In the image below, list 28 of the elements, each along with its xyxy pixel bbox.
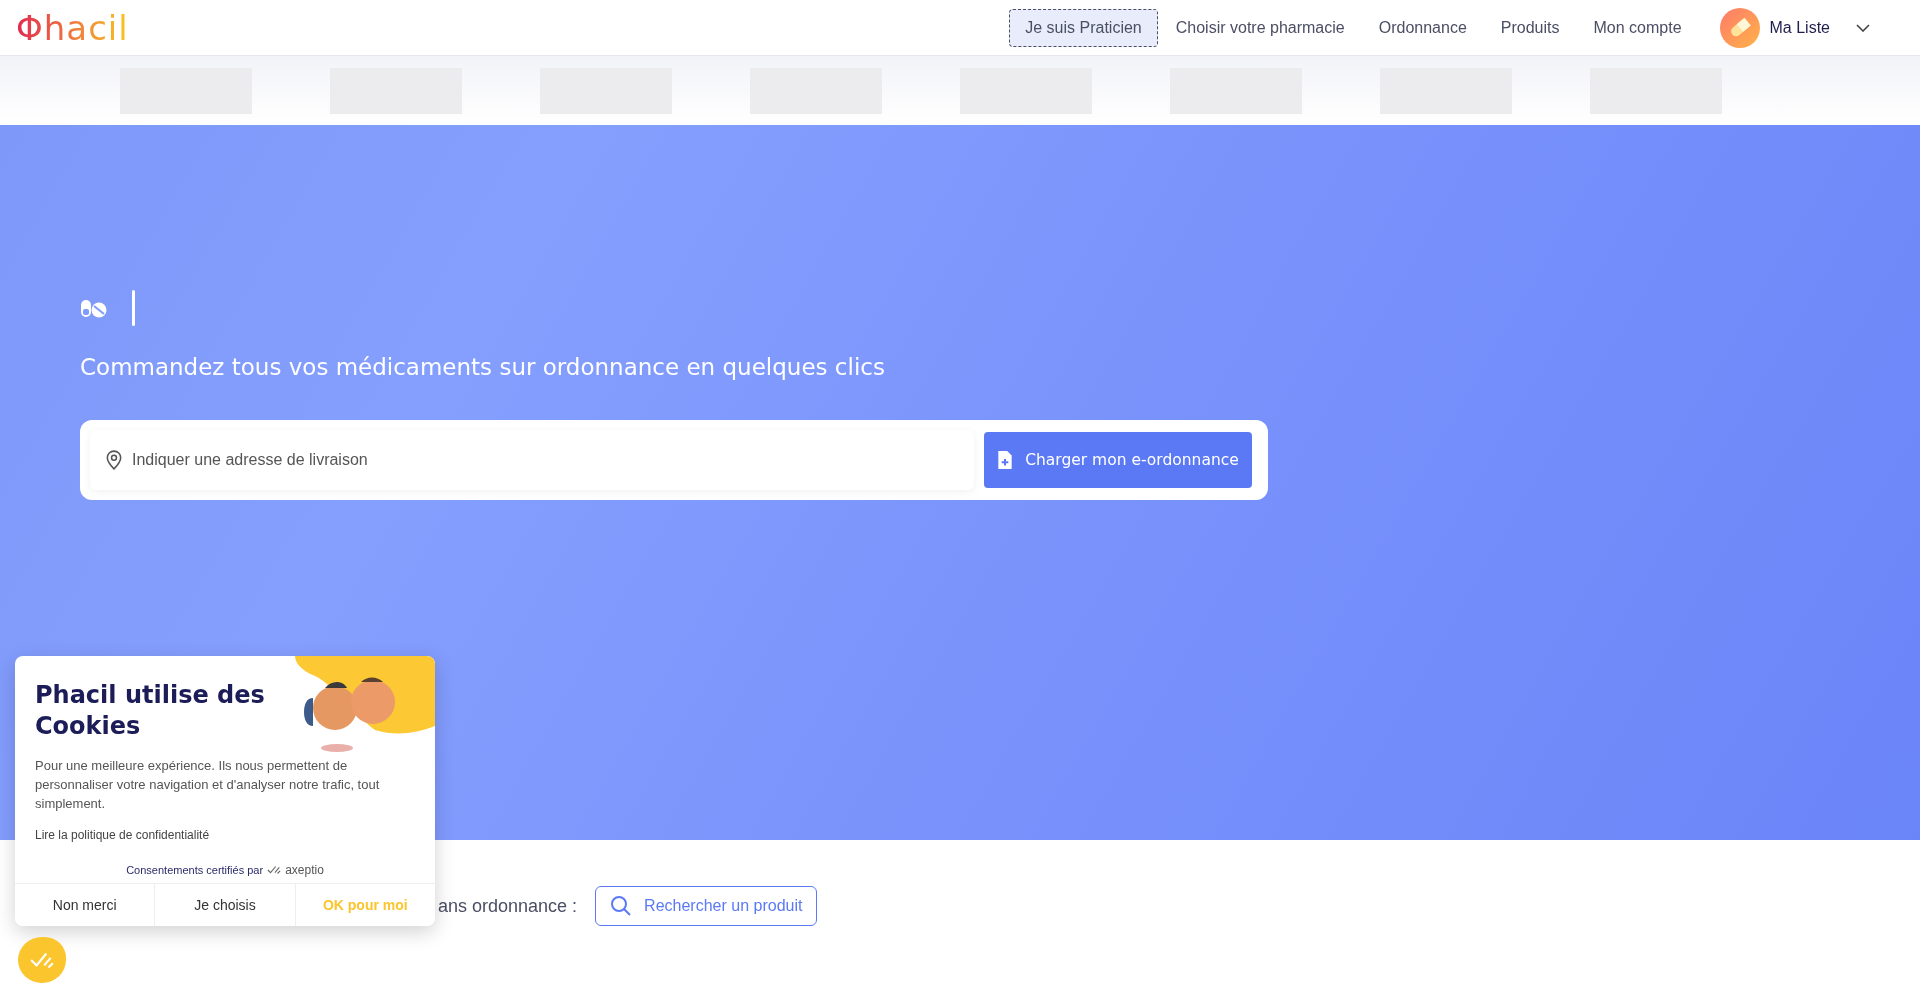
check-marks-icon — [29, 951, 55, 969]
location-pin-icon — [106, 450, 122, 470]
document-plus-icon — [997, 450, 1014, 470]
search-product-button[interactable]: Rechercher un produit — [595, 886, 818, 926]
cookie-description: Pour une meilleure expérience. Ils nous permettent de personnaliser votre navigation et d'analyser notre trafic, tout simplement. — [35, 757, 381, 813]
consent-button[interactable]: Non merci — [15, 884, 155, 926]
brand-name[interactable]: axeptio — [285, 863, 324, 877]
cookie-title: Phacil utilise des Cookies — [35, 680, 266, 742]
hero-headline: Commandez tous vos médicaments sur ordonnance en quelques clics — [80, 354, 886, 380]
privacy-policy-link[interactable]: Lire la politique de confidentialité — [35, 828, 210, 842]
address-field[interactable]: Indiquer une adresse de livraison — [90, 430, 974, 490]
certified-by-text: Consentements certifiés par — [126, 864, 264, 876]
search-bar[interactable]: Indiquer une adresse de livraison Charger mon e-ordonnance — [80, 420, 1268, 500]
search-icon — [610, 895, 633, 917]
products-text: ans ordonnance : — [438, 895, 578, 917]
check-marks-icon — [267, 865, 282, 875]
consent-settings-button[interactable] — [18, 937, 66, 983]
pills-icon — [80, 298, 108, 318]
nav-link[interactable]: Je suis Praticien — [1009, 8, 1158, 47]
consent-button[interactable]: Je choisis — [154, 884, 295, 926]
nav-link[interactable]: Ordonnance — [1362, 8, 1483, 47]
nav-link[interactable]: Produits — [1484, 8, 1576, 47]
account-menu[interactable]: Ma Liste — [1713, 6, 1876, 49]
upload-prescription-button[interactable]: Charger mon e-ordonnance — [984, 432, 1252, 488]
chevron-down-icon — [1856, 23, 1870, 32]
pill-icon — [1719, 7, 1760, 48]
nav-link[interactable]: Choisir votre pharmacie — [1159, 8, 1361, 47]
nav-link[interactable]: Mon compte — [1577, 8, 1698, 47]
